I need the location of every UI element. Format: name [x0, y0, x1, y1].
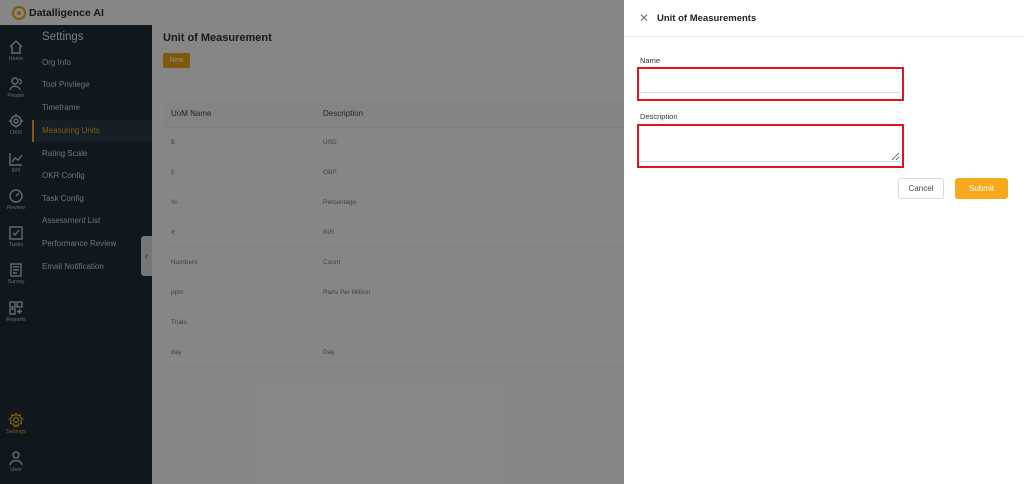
cancel-button[interactable]: Cancel [898, 178, 944, 199]
submit-button[interactable]: Submit [955, 178, 1008, 199]
uom-drawer: ✕ Unit of Measurements Name Description … [624, 0, 1024, 484]
close-icon[interactable]: ✕ [638, 12, 650, 24]
name-input[interactable] [641, 72, 900, 93]
name-label: Name [640, 56, 661, 65]
description-label: Description [640, 112, 678, 121]
drawer-header: ✕ Unit of Measurements [624, 0, 1024, 37]
drawer-title: Unit of Measurements [657, 13, 757, 24]
description-textarea[interactable] [641, 129, 900, 162]
modal-backdrop[interactable] [0, 0, 624, 484]
